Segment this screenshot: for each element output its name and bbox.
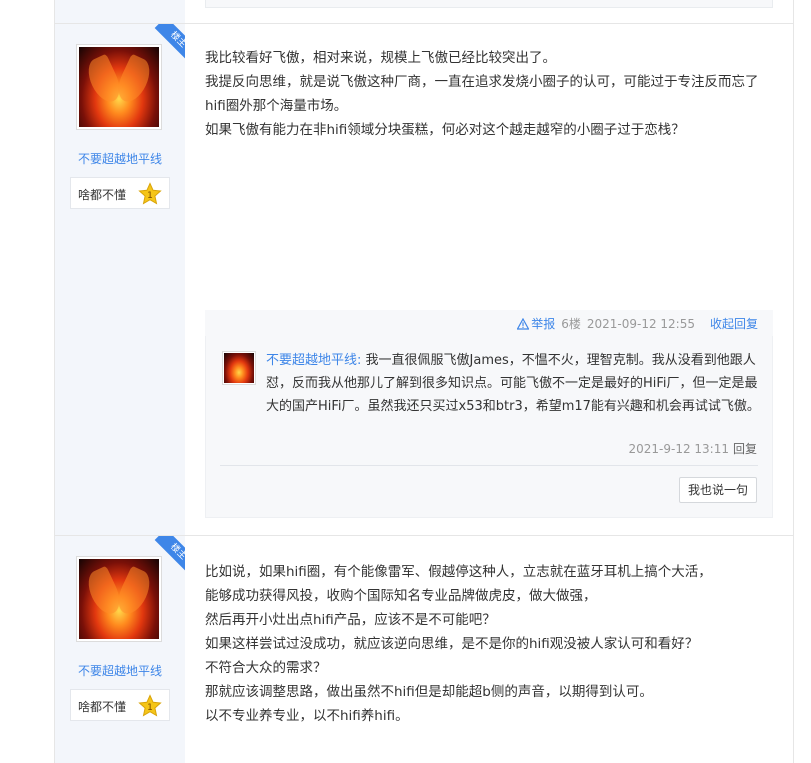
- post-line: 我提反向思维，就是说飞傲这种厂商，一直在追求发烧小圈子的认可，可能过于专注反而忘…: [205, 74, 759, 114]
- post-content: 比如说，如果hifi圈，有个能像雷军、假越停这种人，立志就在蓝牙耳机上搞个大活，…: [205, 560, 777, 728]
- reply-username[interactable]: 不要超越地平线:: [266, 353, 361, 368]
- previous-reply-box: [205, 0, 773, 8]
- add-comment-button[interactable]: 我也说一句: [679, 477, 757, 503]
- divider: [220, 465, 758, 466]
- avatar-image: [224, 353, 254, 383]
- reply-text: 不要超越地平线: 我一直很佩服飞傲James，不愠不火，理智克制。我从没看到他跟…: [266, 349, 766, 418]
- post-line: 不符合大众的需求？: [205, 660, 327, 676]
- author-panel: 楼主 不要超越地平线 啥都不懂 1: [55, 536, 185, 763]
- reply-box: 不要超越地平线: 我一直很佩服飞傲James，不愠不火，理智克制。我从没看到他跟…: [205, 336, 773, 518]
- level-badge[interactable]: 啥都不懂 1: [70, 177, 170, 209]
- post-line: 如果飞傲有能力在非hifi领域分块蛋糕，何必对这个越走越窄的小圈子过于恋栈？: [205, 122, 685, 138]
- level-text: 啥都不懂: [78, 188, 127, 202]
- post-line: 比如说，如果hifi圈，有个能像雷军、假越停这种人，立志就在蓝牙耳机上搞个大活，: [205, 564, 712, 580]
- post-line: 那就应该调整思路，做出虽然不hifi但是却能超b侧的声音，以期得到认可。: [205, 684, 653, 700]
- post-meta: 举报 6楼 2021-09-12 12:55: [517, 315, 695, 332]
- level-text: 啥都不懂: [78, 700, 127, 714]
- report-link[interactable]: 举报: [517, 315, 555, 332]
- star-icon: 1: [138, 694, 162, 717]
- post-line: 我比较看好飞傲，相对来说，规模上飞傲已经比较突出了。: [205, 50, 556, 66]
- avatar[interactable]: [76, 556, 162, 642]
- warning-icon: [517, 317, 530, 330]
- level-badge[interactable]: 啥都不懂 1: [70, 689, 170, 721]
- reply-meta: 2021-9-12 13:11 回复: [628, 440, 757, 457]
- reply-link[interactable]: 回复: [733, 442, 757, 456]
- avatar[interactable]: [76, 44, 162, 130]
- author-name[interactable]: 不要超越地平线: [55, 150, 185, 167]
- author-name[interactable]: 不要超越地平线: [55, 662, 185, 679]
- floor-number: 6楼: [561, 317, 581, 331]
- post-line: 能够成功获得风投，收购个国际知名专业品牌做虎皮，做大做强，: [205, 588, 597, 604]
- reply-time: 2021-9-12 13:11: [628, 442, 729, 456]
- post-meta-bar: 举报 6楼 2021-09-12 12:55 收起回复: [205, 310, 773, 336]
- previous-post-tail: [55, 0, 793, 24]
- post: 楼主 不要超越地平线 啥都不懂 1 我比较看好飞傲，相对来说，规模上飞傲已经比较…: [55, 23, 793, 535]
- post-content: 我比较看好飞傲，相对来说，规模上飞傲已经比较突出了。 我提反向思维，就是说飞傲这…: [205, 46, 777, 142]
- collapse-replies-link[interactable]: 收起回复: [710, 315, 758, 332]
- svg-text:1: 1: [147, 703, 153, 713]
- star-icon: 1: [138, 182, 162, 205]
- author-panel: 楼主 不要超越地平线 啥都不懂 1: [55, 24, 185, 535]
- svg-text:1: 1: [147, 191, 153, 201]
- reply-avatar[interactable]: [222, 351, 256, 385]
- avatar-image: [79, 559, 159, 639]
- post: 楼主 不要超越地平线 啥都不懂 1 比如说，如果hifi圈，有个能像雷军、假越停…: [55, 535, 793, 763]
- post-line: 以不专业养专业，以不hifi养hifi。: [205, 708, 409, 724]
- avatar-image: [79, 47, 159, 127]
- post-time: 2021-09-12 12:55: [586, 316, 695, 331]
- previous-author-column: [55, 0, 185, 24]
- post-line: 如果这样尝试过没成功，就应该逆向思维，是不是你的hifi观没被人家认可和看好？: [205, 636, 699, 652]
- post-line: 然后再开小灶出点hifi产品，应该不是不可能吧？: [205, 612, 496, 628]
- thread-page: 楼主 不要超越地平线 啥都不懂 1 我比较看好飞傲，相对来说，规模上飞傲已经比较…: [54, 0, 794, 763]
